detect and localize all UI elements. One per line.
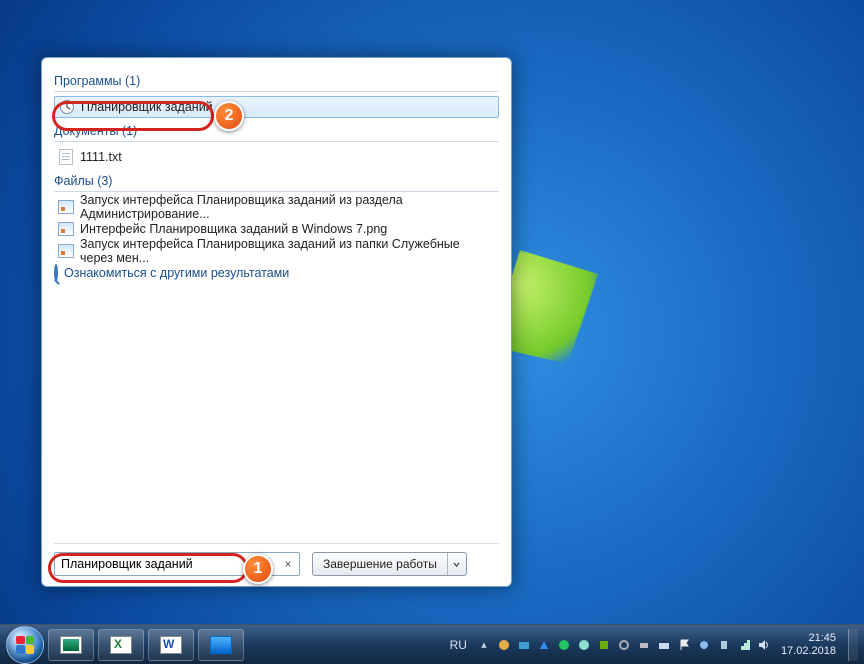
annotation-badge-1: 1 — [243, 554, 273, 584]
tray-icon[interactable] — [637, 638, 651, 652]
flag-icon[interactable] — [677, 638, 691, 652]
tray-overflow-button[interactable]: ▴ — [477, 638, 491, 652]
system-tray: ▴ — [477, 638, 771, 652]
shutdown-split-button[interactable]: Завершение работы — [312, 552, 467, 576]
windows-logo-icon — [16, 636, 34, 654]
section-files-header: Файлы (3) — [54, 172, 499, 192]
result-label: Запуск интерфейса Планировщика заданий и… — [80, 237, 495, 265]
tray-icon[interactable] — [537, 638, 551, 652]
tray-icon[interactable] — [717, 638, 731, 652]
result-file[interactable]: Запуск интерфейса Планировщика заданий и… — [54, 196, 499, 218]
annotation-badge-2: 2 — [214, 101, 244, 131]
excel-icon — [110, 636, 132, 654]
result-task-scheduler[interactable]: Планировщик заданий — [54, 96, 499, 118]
tray-icon[interactable] — [597, 638, 611, 652]
more-results-link[interactable]: Ознакомиться с другими результатами — [54, 262, 499, 288]
clock-icon — [59, 99, 75, 115]
start-menu-bottom-row: × Завершение работы — [54, 543, 499, 576]
result-document[interactable]: 1111.txt — [54, 146, 499, 168]
tray-icon[interactable] — [697, 638, 711, 652]
taskbar-app-switcher[interactable] — [198, 629, 244, 661]
start-menu-panel: Программы (1) Планировщик заданий Докуме… — [41, 57, 512, 587]
taskbar-app-excel[interactable] — [98, 629, 144, 661]
shutdown-label: Завершение работы — [323, 557, 437, 571]
tray-icon[interactable] — [557, 638, 571, 652]
text-file-icon — [58, 149, 74, 165]
taskbar: RU ▴ 21:45 17.02.2018 — [0, 624, 864, 664]
search-icon — [54, 266, 58, 280]
tray-icon[interactable] — [497, 638, 511, 652]
show-desktop-button[interactable] — [848, 629, 858, 661]
result-label: Запуск интерфейса Планировщика заданий и… — [80, 193, 495, 221]
image-file-icon — [58, 199, 74, 215]
network-icon[interactable] — [657, 638, 671, 652]
word-icon — [160, 636, 182, 654]
result-file[interactable]: Запуск интерфейса Планировщика заданий и… — [54, 240, 499, 262]
shutdown-button[interactable]: Завершение работы — [313, 553, 448, 575]
taskbar-app-taskmgr[interactable] — [48, 629, 94, 661]
result-label: 1111.txt — [80, 150, 122, 164]
image-file-icon — [58, 243, 74, 259]
tray-icon[interactable] — [577, 638, 591, 652]
search-results: Программы (1) Планировщик заданий Докуме… — [54, 68, 499, 543]
app-icon — [60, 636, 82, 654]
volume-icon[interactable] — [757, 638, 771, 652]
result-label: Интерфейс Планировщика заданий в Windows… — [80, 222, 387, 236]
clock-time: 21:45 — [781, 632, 836, 645]
taskbar-clock[interactable]: 21:45 17.02.2018 — [775, 632, 842, 658]
language-indicator[interactable]: RU — [444, 638, 473, 652]
app-icon — [210, 636, 232, 654]
section-documents-header: Документы (1) — [54, 122, 499, 142]
shutdown-menu-arrow[interactable] — [448, 553, 466, 575]
clock-date: 17.02.2018 — [781, 645, 836, 658]
wifi-icon[interactable] — [737, 638, 751, 652]
section-programs-header: Программы (1) — [54, 72, 499, 92]
image-file-icon — [58, 221, 74, 237]
more-results-label: Ознакомиться с другими результатами — [64, 266, 289, 280]
start-button[interactable] — [6, 626, 44, 664]
clear-search-button[interactable]: × — [280, 556, 296, 572]
tray-icon[interactable] — [617, 638, 631, 652]
tray-icon[interactable] — [517, 638, 531, 652]
taskbar-app-word[interactable] — [148, 629, 194, 661]
result-label: Планировщик заданий — [81, 100, 213, 114]
